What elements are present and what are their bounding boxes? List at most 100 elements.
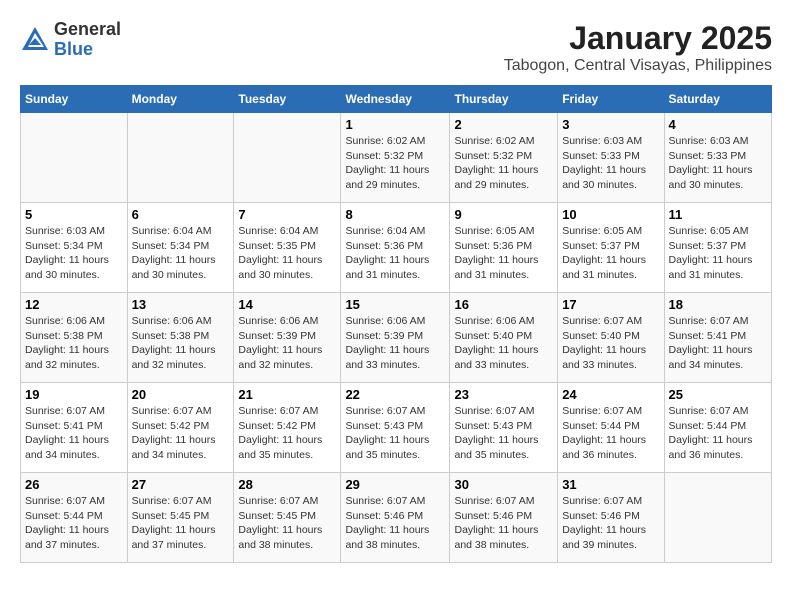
calendar-week-3: 12 Sunrise: 6:06 AM Sunset: 5:38 PM Dayli…: [21, 293, 772, 383]
day-number: 19: [25, 387, 123, 402]
calendar-table: SundayMondayTuesdayWednesdayThursdayFrid…: [20, 85, 772, 563]
day-info: Sunrise: 6:02 AM Sunset: 5:32 PM Dayligh…: [454, 134, 553, 193]
day-info: Sunrise: 6:04 AM Sunset: 5:35 PM Dayligh…: [238, 224, 336, 283]
calendar-cell: 4 Sunrise: 6:03 AM Sunset: 5:33 PM Daylig…: [664, 113, 771, 203]
day-number: 6: [132, 207, 230, 222]
calendar-cell: 13 Sunrise: 6:06 AM Sunset: 5:38 PM Dayli…: [127, 293, 234, 383]
day-number: 29: [345, 477, 445, 492]
day-info: Sunrise: 6:04 AM Sunset: 5:36 PM Dayligh…: [345, 224, 445, 283]
day-number: 23: [454, 387, 553, 402]
day-number: 15: [345, 297, 445, 312]
day-info: Sunrise: 6:07 AM Sunset: 5:42 PM Dayligh…: [132, 404, 230, 463]
day-header-saturday: Saturday: [664, 86, 771, 113]
day-info: Sunrise: 6:07 AM Sunset: 5:43 PM Dayligh…: [345, 404, 445, 463]
logo-icon: [20, 25, 50, 55]
calendar-cell: 30Sunrise: 6:07 AM Sunset: 5:46 PM Dayli…: [450, 473, 558, 563]
calendar-cell: 16Sunrise: 6:06 AM Sunset: 5:40 PM Dayli…: [450, 293, 558, 383]
day-number: 7: [238, 207, 336, 222]
day-number: 22: [345, 387, 445, 402]
day-number: 8: [345, 207, 445, 222]
day-info: Sunrise: 6:07 AM Sunset: 5:45 PM Dayligh…: [238, 494, 336, 553]
calendar-cell: [21, 113, 128, 203]
calendar-cell: 5 Sunrise: 6:03 AM Sunset: 5:34 PM Daylig…: [21, 203, 128, 293]
day-number: 5: [25, 207, 123, 222]
day-info: Sunrise: 6:04 AM Sunset: 5:34 PM Dayligh…: [132, 224, 230, 283]
day-number: 13: [132, 297, 230, 312]
day-info: Sunrise: 6:06 AM Sunset: 5:38 PM Dayligh…: [25, 314, 123, 373]
calendar-cell: 18Sunrise: 6:07 AM Sunset: 5:41 PM Dayli…: [664, 293, 771, 383]
day-header-monday: Monday: [127, 86, 234, 113]
day-info: Sunrise: 6:07 AM Sunset: 5:43 PM Dayligh…: [454, 404, 553, 463]
day-number: 4: [669, 117, 767, 132]
calendar-cell: 10 Sunrise: 6:05 AM Sunset: 5:37 PM Dayli…: [558, 203, 664, 293]
calendar-week-1: 1 Sunrise: 6:02 AM Sunset: 5:32 PM Daylig…: [21, 113, 772, 203]
day-info: Sunrise: 6:02 AM Sunset: 5:32 PM Dayligh…: [345, 134, 445, 193]
day-number: 16: [454, 297, 553, 312]
day-info: Sunrise: 6:07 AM Sunset: 5:44 PM Dayligh…: [25, 494, 123, 553]
day-info: Sunrise: 6:07 AM Sunset: 5:46 PM Dayligh…: [345, 494, 445, 553]
calendar-week-5: 26 Sunrise: 6:07 AM Sunset: 5:44 PM Dayli…: [21, 473, 772, 563]
calendar-cell: 19 Sunrise: 6:07 AM Sunset: 5:41 PM Dayli…: [21, 383, 128, 473]
calendar-cell: [127, 113, 234, 203]
calendar-cell: [234, 113, 341, 203]
day-info: Sunrise: 6:07 AM Sunset: 5:41 PM Dayligh…: [25, 404, 123, 463]
calendar-cell: 11Sunrise: 6:05 AM Sunset: 5:37 PM Dayli…: [664, 203, 771, 293]
day-number: 1: [345, 117, 445, 132]
page-title: January 2025: [504, 20, 772, 57]
page-subtitle: Tabogon, Central Visayas, Philippines: [504, 57, 772, 75]
day-number: 3: [562, 117, 659, 132]
day-info: Sunrise: 6:03 AM Sunset: 5:33 PM Dayligh…: [669, 134, 767, 193]
day-info: Sunrise: 6:07 AM Sunset: 5:44 PM Dayligh…: [562, 404, 659, 463]
day-info: Sunrise: 6:07 AM Sunset: 5:46 PM Dayligh…: [454, 494, 553, 553]
page-header: General Blue January 2025 Tabogon, Centr…: [20, 20, 772, 75]
calendar-cell: 28 Sunrise: 6:07 AM Sunset: 5:45 PM Dayli…: [234, 473, 341, 563]
day-info: Sunrise: 6:05 AM Sunset: 5:37 PM Dayligh…: [562, 224, 659, 283]
day-info: Sunrise: 6:05 AM Sunset: 5:36 PM Dayligh…: [454, 224, 553, 283]
day-number: 14: [238, 297, 336, 312]
day-info: Sunrise: 6:03 AM Sunset: 5:33 PM Dayligh…: [562, 134, 659, 193]
day-header-wednesday: Wednesday: [341, 86, 450, 113]
calendar-cell: 26 Sunrise: 6:07 AM Sunset: 5:44 PM Dayli…: [21, 473, 128, 563]
day-info: Sunrise: 6:06 AM Sunset: 5:39 PM Dayligh…: [238, 314, 336, 373]
day-number: 12: [25, 297, 123, 312]
day-number: 27: [132, 477, 230, 492]
day-number: 9: [454, 207, 553, 222]
day-number: 24: [562, 387, 659, 402]
calendar-cell: 25Sunrise: 6:07 AM Sunset: 5:44 PM Dayli…: [664, 383, 771, 473]
title-block: January 2025 Tabogon, Central Visayas, P…: [504, 20, 772, 75]
calendar-header: SundayMondayTuesdayWednesdayThursdayFrid…: [21, 86, 772, 113]
logo-general-text: General: [54, 20, 121, 40]
calendar-cell: 14 Sunrise: 6:06 AM Sunset: 5:39 PM Dayli…: [234, 293, 341, 383]
day-number: 26: [25, 477, 123, 492]
calendar-cell: 6 Sunrise: 6:04 AM Sunset: 5:34 PM Daylig…: [127, 203, 234, 293]
calendar-cell: 23 Sunrise: 6:07 AM Sunset: 5:43 PM Dayli…: [450, 383, 558, 473]
calendar-cell: 1 Sunrise: 6:02 AM Sunset: 5:32 PM Daylig…: [341, 113, 450, 203]
calendar-cell: 21Sunrise: 6:07 AM Sunset: 5:42 PM Dayli…: [234, 383, 341, 473]
calendar-cell: 3 Sunrise: 6:03 AM Sunset: 5:33 PM Daylig…: [558, 113, 664, 203]
day-header-row: SundayMondayTuesdayWednesdayThursdayFrid…: [21, 86, 772, 113]
day-info: Sunrise: 6:06 AM Sunset: 5:38 PM Dayligh…: [132, 314, 230, 373]
day-info: Sunrise: 6:07 AM Sunset: 5:40 PM Dayligh…: [562, 314, 659, 373]
calendar-cell: 15Sunrise: 6:06 AM Sunset: 5:39 PM Dayli…: [341, 293, 450, 383]
day-header-thursday: Thursday: [450, 86, 558, 113]
calendar-cell: 20Sunrise: 6:07 AM Sunset: 5:42 PM Dayli…: [127, 383, 234, 473]
calendar-cell: 2 Sunrise: 6:02 AM Sunset: 5:32 PM Daylig…: [450, 113, 558, 203]
day-number: 10: [562, 207, 659, 222]
day-header-tuesday: Tuesday: [234, 86, 341, 113]
calendar-cell: 24 Sunrise: 6:07 AM Sunset: 5:44 PM Dayli…: [558, 383, 664, 473]
day-info: Sunrise: 6:03 AM Sunset: 5:34 PM Dayligh…: [25, 224, 123, 283]
day-number: 28: [238, 477, 336, 492]
calendar-cell: 27 Sunrise: 6:07 AM Sunset: 5:45 PM Dayli…: [127, 473, 234, 563]
day-info: Sunrise: 6:07 AM Sunset: 5:41 PM Dayligh…: [669, 314, 767, 373]
calendar-week-2: 5 Sunrise: 6:03 AM Sunset: 5:34 PM Daylig…: [21, 203, 772, 293]
day-header-sunday: Sunday: [21, 86, 128, 113]
day-number: 2: [454, 117, 553, 132]
calendar-cell: 7 Sunrise: 6:04 AM Sunset: 5:35 PM Daylig…: [234, 203, 341, 293]
day-number: 17: [562, 297, 659, 312]
calendar-cell: 9 Sunrise: 6:05 AM Sunset: 5:36 PM Daylig…: [450, 203, 558, 293]
calendar-cell: 22 Sunrise: 6:07 AM Sunset: 5:43 PM Dayli…: [341, 383, 450, 473]
day-info: Sunrise: 6:07 AM Sunset: 5:46 PM Dayligh…: [562, 494, 659, 553]
day-info: Sunrise: 6:07 AM Sunset: 5:45 PM Dayligh…: [132, 494, 230, 553]
calendar-cell: 8 Sunrise: 6:04 AM Sunset: 5:36 PM Daylig…: [341, 203, 450, 293]
day-number: 21: [238, 387, 336, 402]
